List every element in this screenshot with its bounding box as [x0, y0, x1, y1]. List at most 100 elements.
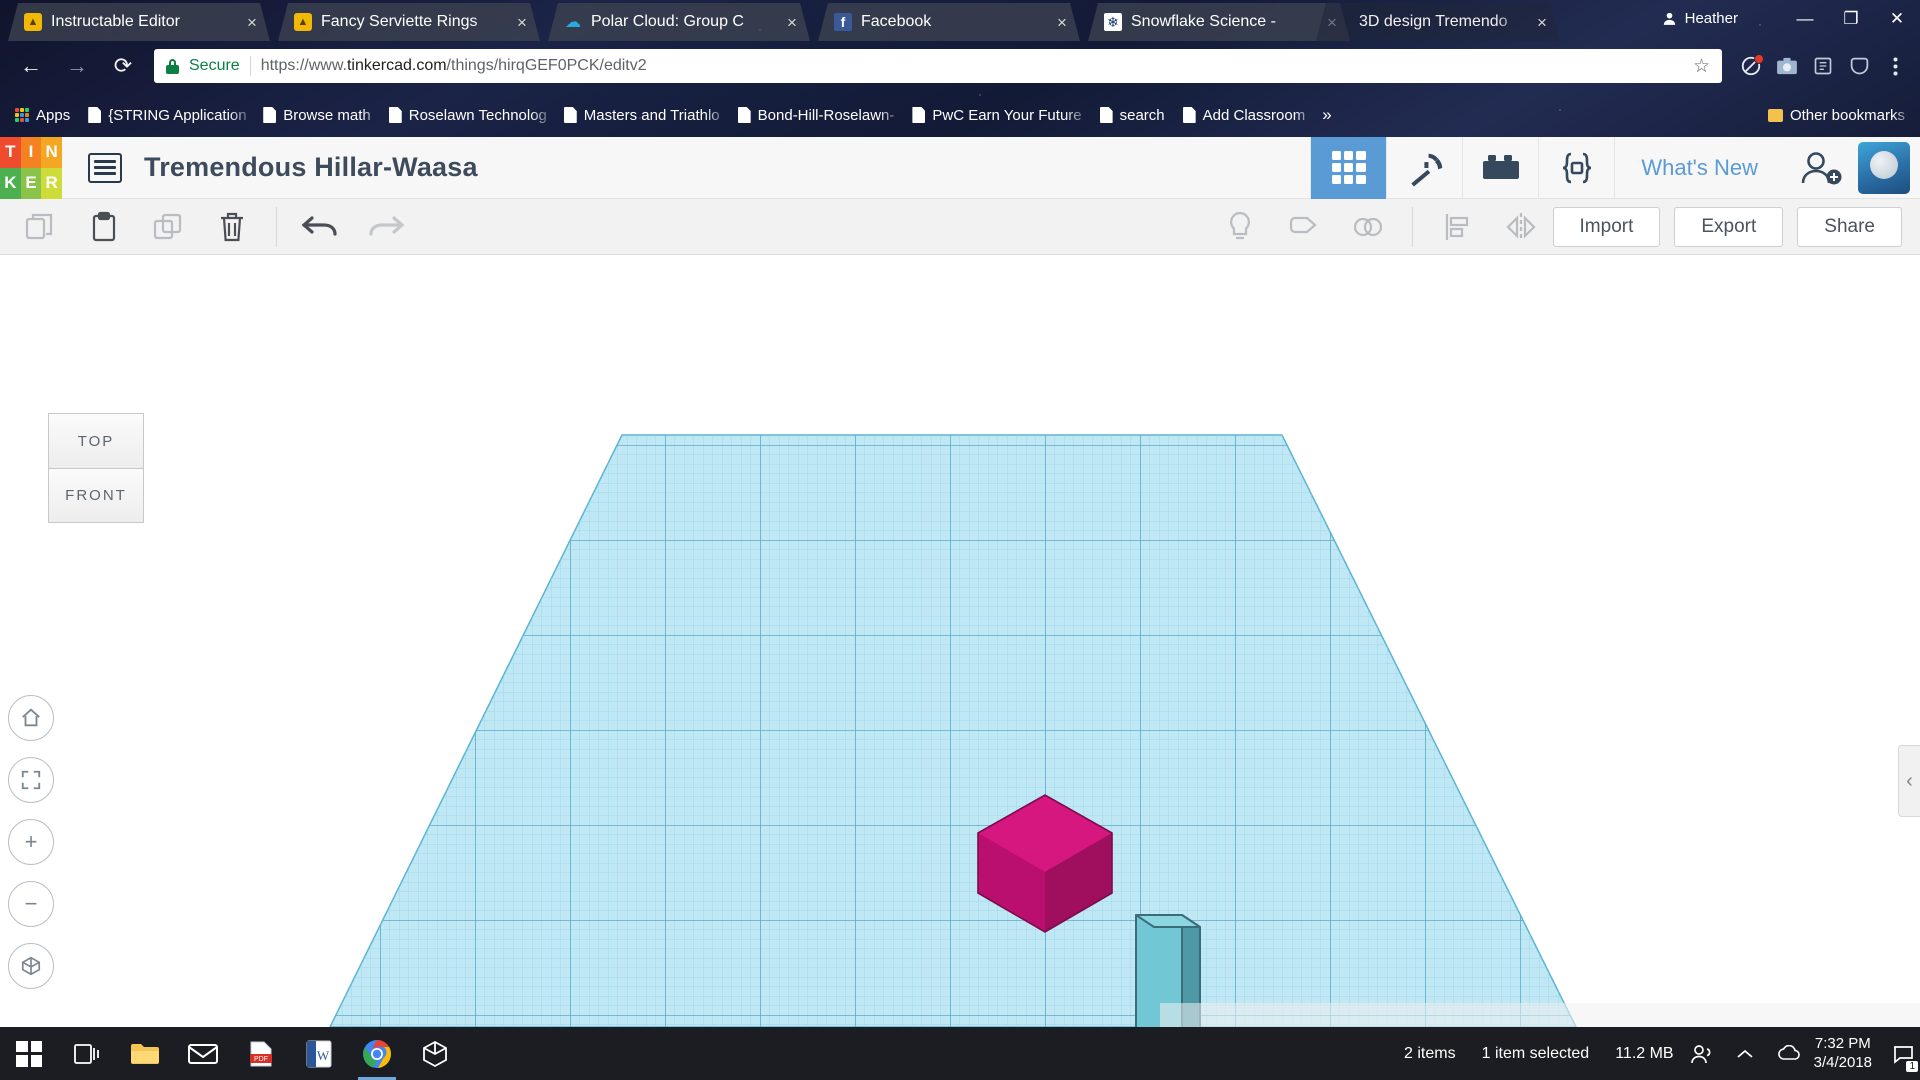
people-icon[interactable]	[1690, 1043, 1714, 1065]
pocket-extension-icon[interactable]	[1842, 50, 1876, 82]
tab-label: Polar Cloud: Group C	[591, 13, 744, 30]
page-icon	[88, 107, 102, 123]
redo-arrow-icon[interactable]	[361, 207, 409, 247]
tab-label: Facebook	[861, 13, 932, 30]
viewcube-top-face[interactable]: TOP	[48, 413, 144, 468]
group-icon[interactable]	[1280, 207, 1328, 247]
snowflake-icon: ❄	[1104, 13, 1122, 31]
whats-new-link[interactable]: What's New	[1614, 136, 1784, 199]
chrome-icon[interactable]	[348, 1027, 406, 1080]
forward-icon[interactable]: →	[54, 48, 100, 84]
mail-icon[interactable]	[174, 1027, 232, 1080]
ortho-perspective-icon[interactable]	[8, 943, 54, 989]
bookmark-item[interactable]: Add Classroom	[1174, 103, 1315, 128]
bookmark-label: {STRING Application	[108, 106, 247, 124]
minimize-button[interactable]: —	[1782, 2, 1828, 36]
instructables-robot-icon: ▲	[294, 13, 312, 31]
system-tray	[1690, 1043, 1814, 1065]
bookmark-item[interactable]: Roselawn Technolog	[380, 103, 555, 128]
bookmark-item[interactable]: Browse math	[254, 103, 380, 128]
adblock-extension-icon[interactable]	[1734, 50, 1768, 82]
profile-chip[interactable]: Heather	[1649, 3, 1750, 33]
browser-tab[interactable]: ❄ Snowflake Science - ×	[1088, 3, 1350, 41]
fit-to-view-icon[interactable]	[8, 757, 54, 803]
side-panel-handle[interactable]: ‹	[1898, 745, 1920, 817]
page-icon	[912, 107, 926, 123]
trash-icon[interactable]	[208, 207, 256, 247]
windows-taskbar: PDF W 2 items 1 item selected 11.2 MB 7:…	[0, 1027, 1920, 1080]
address-bar[interactable]: Secure https://www.tinkercad.com/things/…	[154, 49, 1722, 83]
tab-close-icon[interactable]: ×	[784, 14, 800, 31]
svg-text:PDF: PDF	[254, 1056, 268, 1063]
bookmark-item[interactable]: search	[1091, 103, 1174, 128]
undo-arrow-icon[interactable]	[297, 207, 345, 247]
reload-icon[interactable]: ⟳	[100, 48, 146, 84]
workplane-scene	[329, 434, 1577, 1027]
align-icon[interactable]	[1433, 207, 1481, 247]
lego-brick-icon[interactable]	[1462, 136, 1538, 199]
status-size: 11.2 MB	[1615, 1044, 1674, 1062]
browser-tab[interactable]: ▲ Instructable Editor ×	[8, 3, 270, 41]
bookmarks-overflow-chevron[interactable]: »	[1314, 105, 1339, 125]
bookmark-label: search	[1119, 106, 1165, 124]
paste-icon[interactable]	[80, 207, 128, 247]
onedrive-icon[interactable]	[1776, 1044, 1802, 1063]
close-window-button[interactable]: ✕	[1874, 2, 1920, 36]
notification-center-icon[interactable]: 1	[1886, 1027, 1920, 1080]
lock-icon	[166, 58, 179, 74]
browser-tab[interactable]: ▲ Fancy Serviette Rings ×	[278, 3, 540, 41]
bookmark-item[interactable]: Masters and Triathlo	[555, 103, 729, 128]
screenshot-extension-icon[interactable]	[1770, 50, 1804, 82]
chrome-menu-icon[interactable]	[1878, 50, 1912, 82]
logo-letter: K	[0, 167, 21, 199]
codeblocks-icon[interactable]	[1538, 136, 1614, 199]
bookmark-item[interactable]: Bond-Hill-Roselawn-	[729, 103, 904, 128]
blocks-grid-icon[interactable]	[1310, 136, 1387, 199]
import-button[interactable]: Import	[1552, 206, 1661, 247]
minecraft-pickaxe-icon[interactable]	[1386, 136, 1462, 199]
word-icon[interactable]: W	[290, 1027, 348, 1080]
view-cube[interactable]: TOP FRONT	[48, 413, 144, 523]
light-bulb-icon[interactable]	[1216, 207, 1264, 247]
bookmark-item[interactable]: {STRING Application	[79, 103, 254, 128]
export-button[interactable]: Export	[1674, 206, 1784, 247]
mirror-icon[interactable]	[1497, 207, 1545, 247]
bookmark-star-icon[interactable]: ☆	[1693, 55, 1710, 78]
tab-close-icon[interactable]: ×	[244, 14, 260, 31]
bookmark-item[interactable]: PwC Earn Your Future	[903, 103, 1090, 128]
tinkercad-logo[interactable]: T I N K E R	[0, 136, 62, 199]
tinkercad-app-icon[interactable]	[406, 1027, 464, 1080]
show-hidden-icons-chevron[interactable]	[1736, 1048, 1754, 1060]
windows-start-icon[interactable]	[0, 1027, 58, 1080]
browser-tab-active[interactable]: 3D design Tremendo ×	[1316, 3, 1560, 41]
browser-tab[interactable]: ☁ Polar Cloud: Group C ×	[548, 3, 810, 41]
maximize-button[interactable]: ❐	[1828, 2, 1874, 36]
browser-tab[interactable]: f Facebook ×	[818, 3, 1080, 41]
copy-icon[interactable]	[16, 207, 64, 247]
projects-menu-icon[interactable]	[88, 152, 122, 183]
home-view-icon[interactable]	[8, 695, 54, 741]
zoom-out-icon[interactable]: −	[8, 881, 54, 927]
logo-letter: T	[0, 136, 21, 168]
ungroup-icon[interactable]	[1344, 207, 1392, 247]
bookmark-apps[interactable]: Apps	[6, 103, 79, 128]
3d-canvas[interactable]: TOP FRONT + − ‹	[0, 255, 1920, 1027]
other-bookmarks-folder[interactable]: Other bookmarks	[1759, 103, 1914, 128]
file-explorer-icon[interactable]	[116, 1027, 174, 1080]
zoom-in-icon[interactable]: +	[8, 819, 54, 865]
bookmark-label: Roselawn Technolog	[408, 106, 547, 124]
system-clock[interactable]: 7:32 PM 3/4/2018	[1814, 1035, 1886, 1073]
tab-close-icon[interactable]: ×	[1534, 14, 1550, 31]
share-button[interactable]: Share	[1797, 206, 1902, 247]
back-icon[interactable]: ←	[8, 48, 54, 84]
task-view-icon[interactable]	[58, 1027, 116, 1080]
duplicate-icon[interactable]	[144, 207, 192, 247]
page-icon	[737, 107, 751, 123]
account-add-icon[interactable]	[1784, 137, 1858, 199]
avatar[interactable]	[1858, 141, 1910, 194]
reading-list-extension-icon[interactable]	[1806, 50, 1840, 82]
pdf-reader-icon[interactable]: PDF	[232, 1027, 290, 1080]
viewcube-front-face[interactable]: FRONT	[48, 468, 144, 523]
tab-close-icon[interactable]: ×	[1054, 14, 1070, 31]
tab-close-icon[interactable]: ×	[514, 14, 530, 31]
